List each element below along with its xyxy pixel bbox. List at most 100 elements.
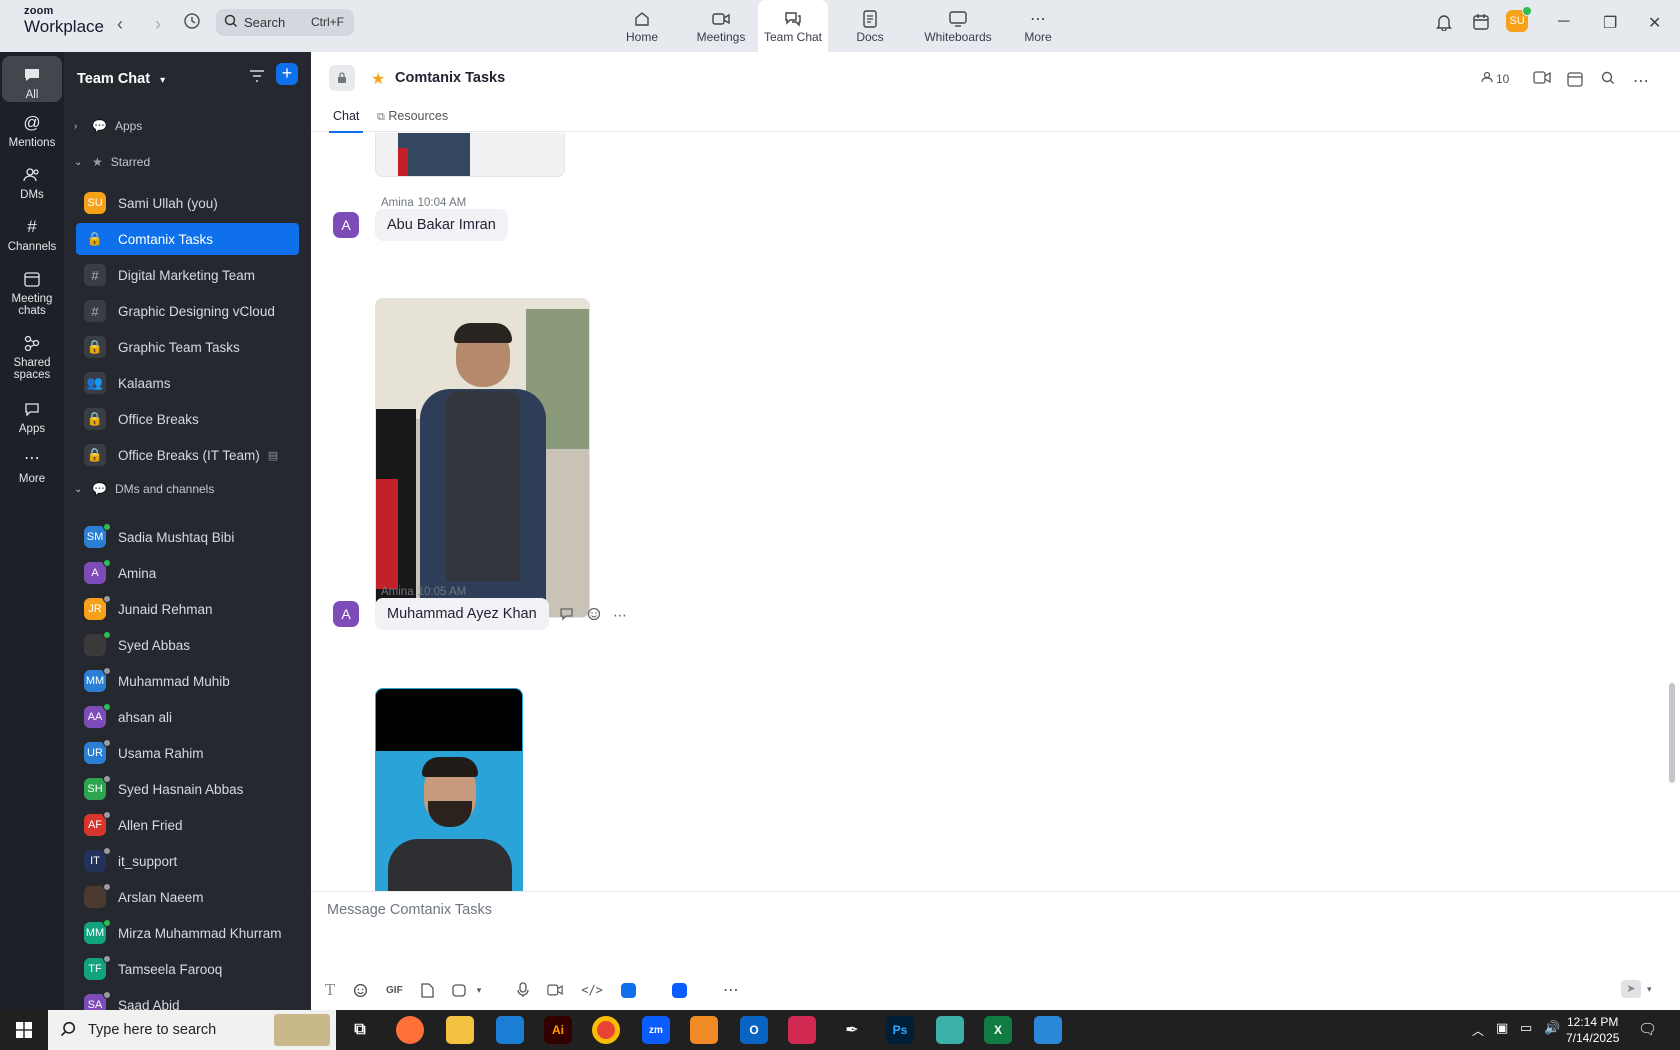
pen-tool-icon[interactable]: ✒: [838, 1016, 866, 1044]
screenshot-icon[interactable]: ▾: [452, 983, 500, 998]
file-icon[interactable]: [421, 982, 434, 998]
dm-item[interactable]: Arslan Naeem: [76, 881, 299, 913]
chevron-down-icon[interactable]: ▾: [477, 985, 482, 996]
message-bubble[interactable]: Muhammad Ayez Khan: [375, 598, 549, 630]
message-image[interactable]: [375, 133, 565, 177]
dm-item[interactable]: AF Allen Fried: [76, 809, 299, 841]
sender-name[interactable]: Amina: [381, 586, 414, 598]
text-format-icon[interactable]: T: [325, 981, 335, 999]
emoji-icon[interactable]: [353, 983, 368, 998]
tab-home[interactable]: Home: [600, 0, 684, 52]
dm-item[interactable]: A Amina: [76, 557, 299, 589]
schedule-icon[interactable]: [1567, 71, 1583, 87]
new-chat-button[interactable]: +: [276, 63, 298, 85]
calendar-icon[interactable]: [1472, 13, 1490, 36]
message-input[interactable]: Message Comtanix Tasks: [327, 902, 492, 918]
forward-arrow-icon[interactable]: ›: [146, 12, 170, 36]
message-image[interactable]: [375, 298, 590, 618]
filter-icon[interactable]: [248, 68, 266, 87]
more-options-icon[interactable]: ⋯: [1633, 71, 1649, 91]
restore-icon[interactable]: ❐: [1603, 13, 1617, 33]
tab-docs[interactable]: Docs: [828, 0, 912, 52]
creative-cloud-icon[interactable]: [788, 1016, 816, 1044]
app-diamond-icon[interactable]: [936, 1016, 964, 1044]
dm-item[interactable]: IT it_support: [76, 845, 299, 877]
chat-scrollbar[interactable]: [1669, 683, 1675, 783]
chrome-icon[interactable]: [592, 1016, 620, 1044]
rail-item-mentions[interactable]: @ Mentions: [2, 112, 62, 149]
section-starred[interactable]: ⌄ ★ Starred: [74, 152, 150, 172]
illustrator-icon[interactable]: Ai: [544, 1016, 572, 1044]
rail-item-shared-spaces[interactable]: Shared spaces: [2, 332, 62, 381]
tab-resources[interactable]: ⧉ Resources: [377, 109, 448, 124]
sidebar-item[interactable]: 👥 Kalaams: [76, 367, 299, 399]
taskbar-clock[interactable]: 12:14 PM 7/14/2025: [1566, 1014, 1619, 1046]
taskbar-search-input[interactable]: Type here to search: [48, 1010, 336, 1050]
rail-item-apps[interactable]: Apps: [2, 398, 62, 435]
history-icon[interactable]: [180, 12, 204, 36]
close-icon[interactable]: ✕: [1648, 13, 1661, 33]
back-arrow-icon[interactable]: ‹: [108, 12, 132, 36]
sidebar-title[interactable]: Team Chat ▾: [77, 71, 165, 87]
reply-thread-icon[interactable]: [559, 607, 575, 624]
sidebar-item[interactable]: 🔒 Graphic Team Tasks: [76, 331, 299, 363]
dm-item[interactable]: UR Usama Rahim: [76, 737, 299, 769]
task-view-icon[interactable]: ⧉: [346, 1016, 374, 1044]
code-snippet-icon[interactable]: </>: [581, 983, 603, 997]
rail-item-meeting-chats[interactable]: Meeting chats: [2, 268, 62, 317]
dm-item[interactable]: AA ahsan ali: [76, 701, 299, 733]
sidebar-item[interactable]: 🔒 Office Breaks: [76, 403, 299, 435]
emoji-reaction-icon[interactable]: [587, 607, 601, 624]
video-message-icon[interactable]: [547, 984, 563, 996]
file-explorer-icon[interactable]: [446, 1016, 474, 1044]
message-bubble[interactable]: Abu Bakar Imran: [375, 209, 508, 241]
composer-more-icon[interactable]: ⋯: [723, 980, 739, 1000]
dm-item[interactable]: TF Tamseela Farooq: [76, 953, 299, 985]
send-options[interactable]: ➤ ▾: [1621, 980, 1652, 998]
tab-meetings[interactable]: Meetings: [684, 0, 758, 52]
app-blue-icon[interactable]: [620, 982, 654, 998]
dm-item[interactable]: Syed Abbas: [76, 629, 299, 661]
sidebar-item[interactable]: SU Sami Ullah (you): [76, 187, 299, 219]
channel-name[interactable]: Comtanix Tasks: [395, 70, 505, 86]
members-button[interactable]: 10: [1481, 71, 1509, 86]
dm-item[interactable]: MM Muhammad Muhib: [76, 665, 299, 697]
minimize-icon[interactable]: ─: [1558, 13, 1569, 31]
chevron-down-icon[interactable]: ▾: [1647, 984, 1652, 995]
notification-icon[interactable]: 🗨: [1638, 1020, 1657, 1038]
rail-item-channels[interactable]: # Channels: [2, 216, 62, 253]
xampp-icon[interactable]: [690, 1016, 718, 1044]
sidebar-item[interactable]: # Digital Marketing Team: [76, 259, 299, 291]
message-more-icon[interactable]: ⋯: [613, 607, 627, 624]
avatar[interactable]: A: [333, 601, 359, 627]
gif-button[interactable]: GIF: [386, 985, 403, 996]
vscode-icon[interactable]: [496, 1016, 524, 1044]
search-icon[interactable]: [1601, 71, 1615, 85]
sidebar-item[interactable]: # Graphic Designing vCloud: [76, 295, 299, 327]
tab-chat[interactable]: Chat: [328, 109, 364, 133]
zoom-app-icon[interactable]: [671, 982, 705, 998]
sidebar-item[interactable]: 🔒 Comtanix Tasks: [76, 223, 299, 255]
rail-item-more[interactable]: ⋯ More: [2, 448, 62, 486]
dm-item[interactable]: MM Mirza Muhammad Khurram: [76, 917, 299, 949]
avatar[interactable]: A: [333, 212, 359, 238]
windows-start-icon[interactable]: [16, 1022, 32, 1041]
paint-icon[interactable]: [1034, 1016, 1062, 1044]
sidebar-item[interactable]: 🔒 Office Breaks (IT Team) ▤: [76, 439, 299, 471]
firefox-icon[interactable]: [396, 1016, 424, 1044]
excel-icon[interactable]: X: [984, 1016, 1012, 1044]
tray-screen-icon[interactable]: ▣: [1496, 1020, 1508, 1036]
section-apps[interactable]: › 💬 Apps: [74, 116, 142, 136]
video-call-icon[interactable]: [1533, 71, 1551, 84]
dm-item[interactable]: SM Sadia Mushtaq Bibi: [76, 521, 299, 553]
photoshop-icon[interactable]: Ps: [886, 1016, 914, 1044]
sender-name[interactable]: Amina: [381, 197, 414, 209]
rail-item-all[interactable]: All: [2, 56, 62, 102]
tab-team-chat[interactable]: Team Chat: [758, 0, 828, 52]
user-avatar[interactable]: SU: [1506, 6, 1532, 32]
network-icon[interactable]: ▭: [1520, 1020, 1532, 1036]
microphone-icon[interactable]: [517, 982, 529, 998]
search-input[interactable]: Search Ctrl+F: [216, 9, 354, 36]
volume-icon[interactable]: 🔊: [1544, 1020, 1560, 1036]
dm-item[interactable]: SH Syed Hasnain Abbas: [76, 773, 299, 805]
